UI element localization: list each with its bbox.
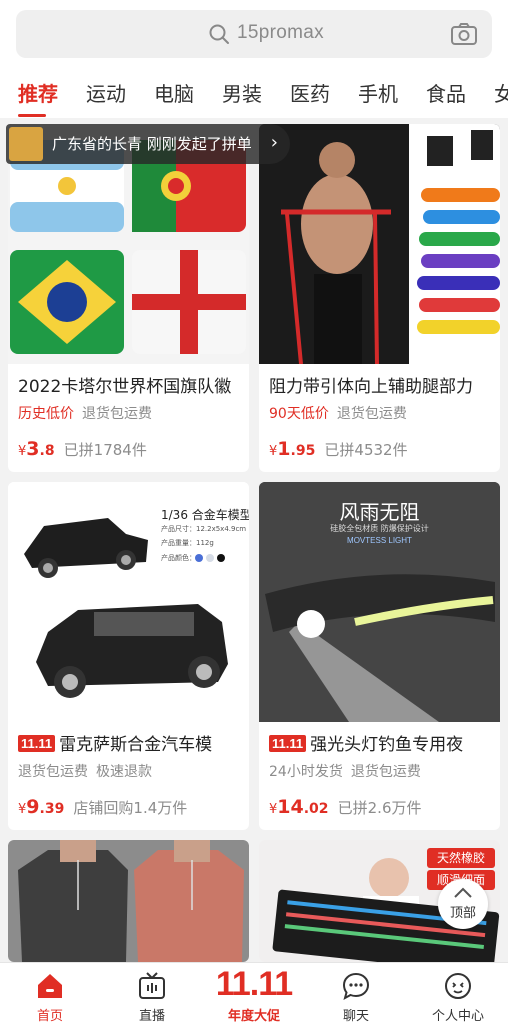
product-title: 2022卡塔尔世界杯国旗队徽: [18, 377, 232, 397]
image-brand: MOVTESS LIGHT: [347, 536, 412, 545]
image-caption: 产品颜色：: [161, 554, 196, 562]
tab-computer[interactable]: 电脑: [154, 78, 194, 107]
product-tag: 极速退款: [96, 764, 152, 780]
price-row: ¥9.39 店铺回购1.4万件: [18, 796, 187, 818]
image-caption: 硅胶全包材质 防爆保护设计: [330, 524, 429, 533]
notice-text: 广东省的长青 刚刚发起了拼单: [52, 135, 252, 153]
tab-recommend[interactable]: 推荐: [18, 78, 58, 107]
nav-live[interactable]: 直播: [102, 963, 202, 1024]
product-tag: 退货包运费: [18, 764, 88, 780]
bottom-nav: 首页 直播 11.11 年度大促 聊天 个人中心: [0, 962, 508, 1024]
price-decimal: .8: [39, 443, 55, 459]
nav-home-label: 首页: [36, 1009, 63, 1024]
nav-chat[interactable]: 聊天: [306, 963, 406, 1024]
search-bar[interactable]: 15promax: [16, 10, 492, 58]
product-title: 11.11 强光头灯钓鱼专用夜: [269, 730, 497, 755]
product-tag: 90天低价: [269, 406, 329, 422]
chat-icon: [342, 972, 370, 1001]
search-icon: [209, 24, 229, 44]
image-caption: 1/36 合金车模型: [161, 508, 249, 522]
app-screen: 15promax 推荐 运动 电脑 男装 医药 手机 食品 女 2022卡塔尔世…: [0, 0, 508, 1024]
tab-menswear[interactable]: 男装: [222, 78, 262, 107]
product-tags: 历史低价 退货包运费: [18, 403, 160, 423]
product-tag: 退货包运费: [350, 764, 421, 780]
price-row: ¥3.8 已拼1784件: [18, 438, 147, 460]
product-card-car-model[interactable]: 1/36 合金车模型 产品尺寸：12.2x5x4.9cm 产品重量：112g 产…: [8, 482, 249, 830]
price-decimal: .95: [290, 443, 316, 459]
product-tag: 退货包运费: [82, 406, 152, 422]
chevron-up-icon: [454, 887, 472, 898]
tab-food[interactable]: 食品: [426, 78, 466, 107]
camera-icon[interactable]: [450, 22, 478, 46]
sold-count: 已拼4532件: [324, 441, 408, 459]
sold-count: 店铺回购1.4万件: [73, 799, 188, 817]
image-caption: 天然橡胶: [427, 848, 495, 868]
nav-promo[interactable]: 11.11 年度大促: [204, 963, 304, 1024]
tab-women[interactable]: 女: [494, 78, 508, 107]
chevron-right-icon: ›: [270, 132, 278, 153]
nav-promo-label: 年度大促: [227, 1009, 280, 1024]
double-11-badge: 11.11: [269, 735, 307, 752]
home-icon: [38, 974, 62, 998]
price-decimal: .02: [303, 801, 329, 817]
price-integer: 3: [26, 438, 40, 460]
double-11-badge: 11.11: [18, 735, 56, 752]
nav-chat-label: 聊天: [342, 1009, 369, 1024]
price-integer: 14: [277, 796, 304, 818]
sold-count: 已拼1784件: [63, 441, 147, 459]
tab-phone[interactable]: 手机: [358, 78, 398, 107]
user-face-icon: [445, 973, 471, 999]
search-input[interactable]: 15promax: [237, 22, 324, 44]
product-image-resistance-bands: [259, 124, 500, 364]
sold-count: 已拼2.6万件: [337, 799, 422, 817]
avatar: [9, 127, 43, 161]
product-tag: 退货包运费: [336, 406, 407, 422]
product-card-resistance-bands[interactable]: 阻力带引体向上辅助腿部力 90天低价 退货包运费 ¥1.95 已拼4532件: [259, 124, 500, 472]
active-tab-indicator: [18, 114, 46, 117]
image-caption: 产品重量：112g: [161, 539, 214, 547]
product-card-flags[interactable]: 2022卡塔尔世界杯国旗队徽 历史低价 退货包运费 ¥3.8 已拼1784件: [8, 124, 249, 472]
product-tags: 90天低价 退货包运费: [269, 403, 415, 423]
product-card-headlamp[interactable]: 风雨无阻 硅胶全包材质 防爆保护设计 MOVTESS LIGHT 11.11 强光…: [259, 482, 500, 830]
promo-11-11-logo: 11.11: [215, 965, 293, 1003]
image-headline: 风雨无阻: [339, 500, 420, 524]
product-tags: 24小时发货 退货包运费: [269, 761, 429, 781]
product-card-tank-tops[interactable]: [8, 840, 249, 962]
nav-me-label: 个人中心: [431, 1009, 484, 1024]
car-lower: [36, 604, 228, 698]
product-tags: 退货包运费 极速退款: [18, 761, 160, 781]
nav-live-label: 直播: [138, 1009, 165, 1024]
product-title-text: 强光头灯钓鱼专用夜: [310, 735, 464, 755]
nav-me[interactable]: 个人中心: [408, 963, 508, 1024]
price-row: ¥1.95 已拼4532件: [269, 438, 408, 460]
header: 15promax 推荐 运动 电脑 男装 医药 手机 食品 女: [0, 0, 508, 118]
product-tag: 24小时发货: [269, 764, 343, 780]
back-to-top-button[interactable]: 顶部: [438, 879, 488, 929]
nav-home[interactable]: 首页: [0, 963, 100, 1024]
product-tag: 历史低价: [18, 406, 74, 422]
back-to-top-label: 顶部: [449, 906, 476, 921]
product-title-text: 雷克萨斯合金汽车模: [59, 735, 213, 755]
product-title: 阻力带引体向上辅助腿部力: [269, 377, 473, 397]
price-decimal: .39: [39, 801, 65, 817]
tab-sports[interactable]: 运动: [86, 78, 126, 107]
product-image-car-model: 1/36 合金车模型 产品尺寸：12.2x5x4.9cm 产品重量：112g 产…: [8, 482, 249, 722]
product-image-headlamp: 风雨无阻 硅胶全包材质 防爆保护设计 MOVTESS LIGHT: [259, 482, 500, 722]
product-image-tank-tops: [8, 840, 249, 962]
tv-icon: [139, 972, 165, 999]
image-caption: 产品尺寸：12.2x5x4.9cm: [161, 525, 247, 533]
product-title: 11.11 雷克萨斯合金汽车模: [18, 730, 246, 755]
group-buy-notice[interactable]: 广东省的长青 刚刚发起了拼单 ›: [6, 124, 290, 164]
price-integer: 9: [26, 796, 40, 818]
tab-medicine[interactable]: 医药: [290, 78, 330, 107]
category-tabs: 推荐 运动 电脑 男装 医药 手机 食品 女: [0, 70, 508, 118]
price-integer: 1: [277, 438, 291, 460]
price-row: ¥14.02 已拼2.6万件: [269, 796, 422, 818]
car-upper: [24, 518, 148, 578]
